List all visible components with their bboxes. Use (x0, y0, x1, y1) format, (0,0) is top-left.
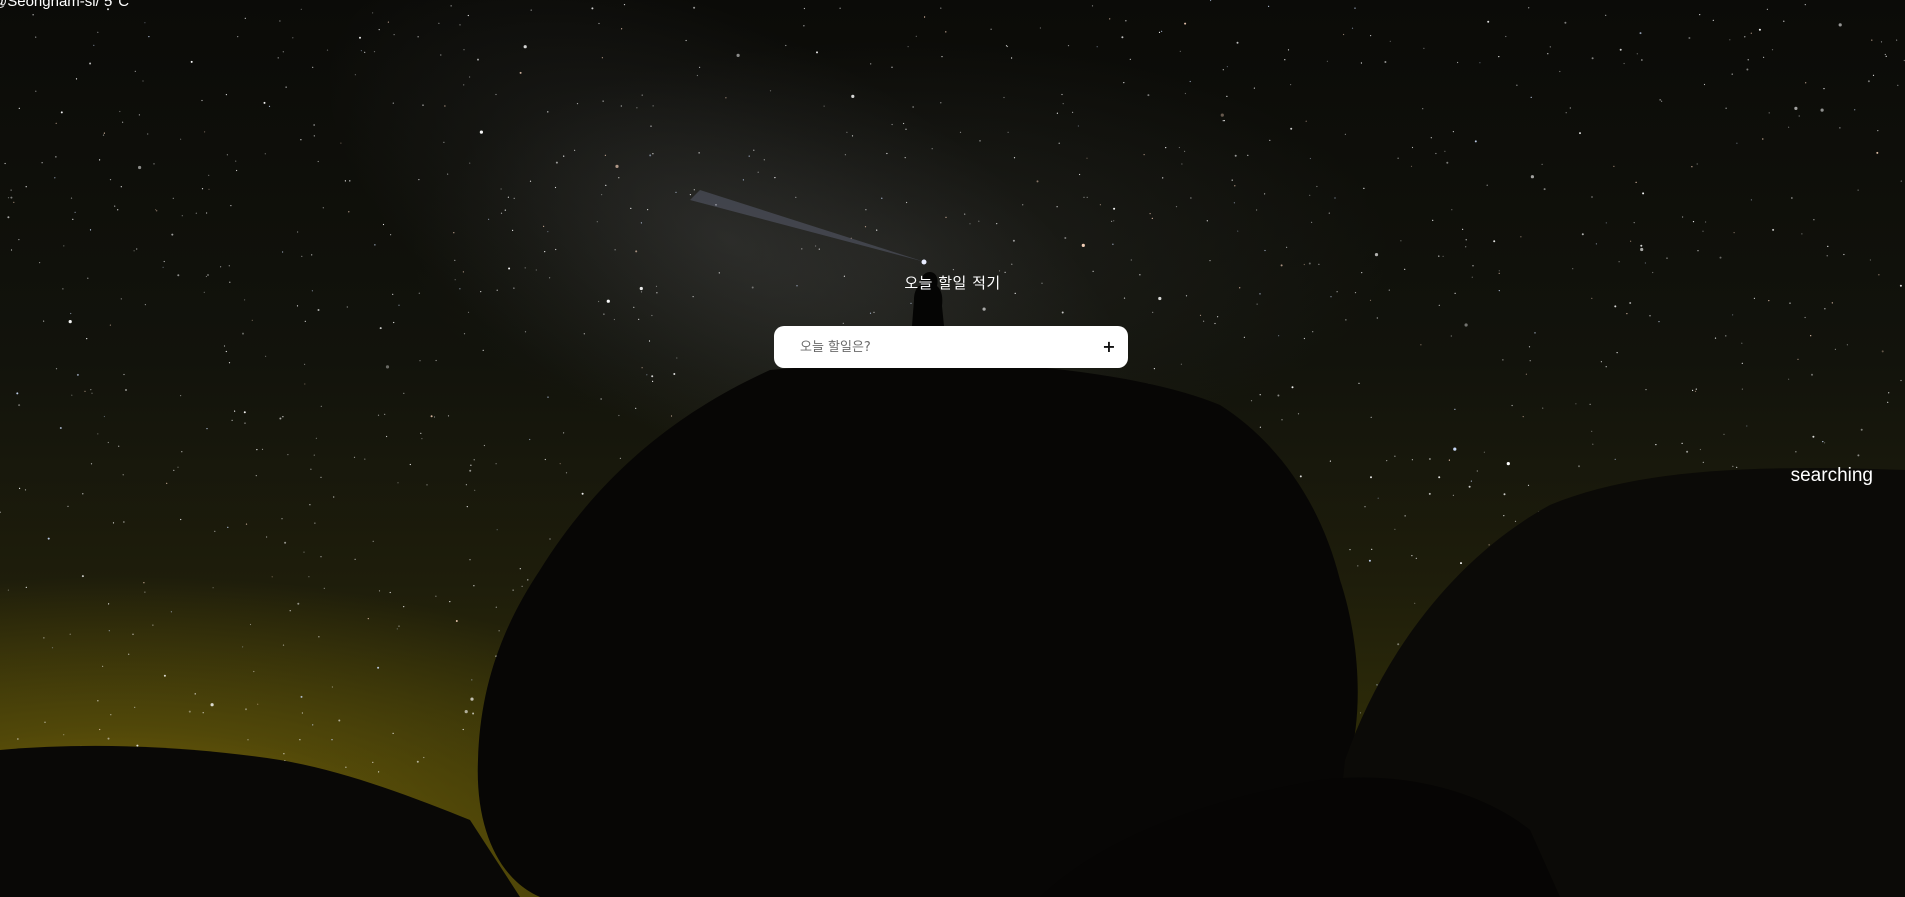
todo-input[interactable] (800, 326, 1090, 368)
todo-heading: 오늘 할일 적기 (904, 274, 1001, 292)
left-hill (0, 745, 520, 897)
weather-location-text: @Seongnam-si/ 5°C (0, 0, 130, 10)
status-text: searching (1790, 465, 1873, 486)
background-night-sky: @Seongnam-si/ 5°C 오늘 할일 적기 + searching (0, 0, 1905, 897)
add-todo-button[interactable]: + (1098, 335, 1120, 359)
todo-form: + (774, 326, 1128, 368)
rock-silhouettes (0, 272, 1905, 897)
